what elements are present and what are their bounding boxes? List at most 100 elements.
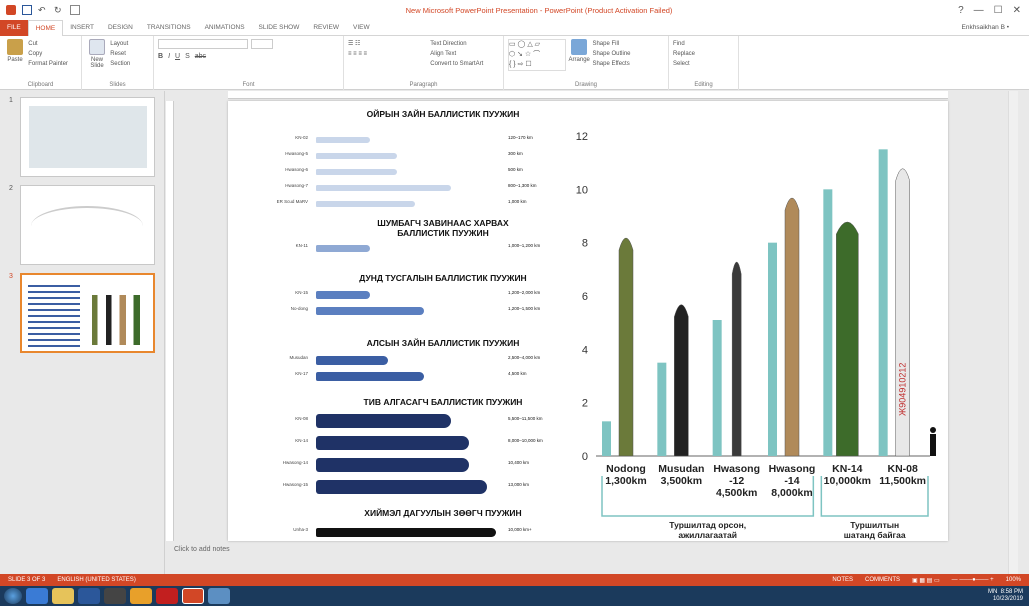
align-text-button[interactable]: Align Text — [430, 49, 483, 59]
thumbnail-preview — [28, 281, 80, 347]
new-slide-label: New Slide — [90, 57, 104, 69]
explorer-icon[interactable] — [52, 588, 74, 604]
input-language[interactable]: MN — [988, 589, 997, 595]
missile-name: KN-02 — [295, 135, 308, 140]
missile-silhouette — [316, 414, 451, 428]
x-category-label: KN-14 — [832, 463, 863, 475]
find-button[interactable]: Find — [673, 39, 734, 49]
underline-button[interactable]: U — [175, 53, 180, 60]
tab-home[interactable]: HOME — [27, 19, 64, 36]
clipboard-group: Paste Cut Copy Format Painter Clipboard — [0, 36, 82, 90]
chrome-icon[interactable] — [130, 588, 152, 604]
tab-slide-show[interactable]: SLIDE SHOW — [252, 20, 307, 36]
bullets-button[interactable]: ☰ ☷ — [348, 39, 428, 49]
tab-animations[interactable]: ANIMATIONS — [198, 20, 252, 36]
font-group-label: Font — [242, 82, 255, 88]
minimize-button[interactable]: — — [974, 5, 984, 16]
ie-icon[interactable] — [26, 588, 48, 604]
strikethrough-button[interactable]: abc — [195, 53, 206, 60]
language-indicator[interactable]: ENGLISH (UNITED STATES) — [57, 577, 135, 583]
tab-file[interactable]: FILE — [0, 19, 28, 36]
chart-bar — [712, 320, 722, 456]
paste-icon — [7, 39, 23, 55]
tab-transitions[interactable]: TRANSITIONS — [140, 20, 198, 36]
select-button[interactable]: Select — [673, 59, 734, 69]
y-tick-label: 10 — [576, 184, 588, 196]
italic-button[interactable]: I — [168, 53, 170, 60]
font-size-input[interactable] — [251, 39, 273, 49]
redo-icon[interactable]: ↻ — [54, 5, 64, 15]
user-account[interactable]: Enkhsaikhan B • — [962, 24, 1029, 31]
layout-button[interactable]: Layout — [110, 39, 130, 49]
group-label: Туршилтын шатанд байгаа — [844, 520, 906, 540]
word-icon[interactable] — [78, 588, 100, 604]
zoom-slider[interactable]: — ───●─── + — [952, 577, 994, 583]
section-button[interactable]: Section — [110, 59, 130, 69]
shapes-gallery[interactable]: ▭ ◯ △ ▱ ⬡ ↘ ☆ ⌒{ } ⇨ ☐ — [508, 39, 566, 71]
y-tick-label: 4 — [582, 344, 588, 356]
help-button[interactable]: ? — [958, 5, 964, 16]
missile-silhouette — [316, 527, 496, 537]
missile-name: KN-17 — [295, 371, 308, 376]
x-category-label: KN-08 — [887, 463, 918, 475]
drawing-group: ▭ ◯ △ ▱ ⬡ ↘ ☆ ⌒{ } ⇨ ☐ Arrange Shape Fill… — [504, 36, 669, 90]
bold-button[interactable]: B — [158, 53, 163, 60]
undo-icon[interactable]: ↶ — [38, 5, 48, 15]
tab-design[interactable]: DESIGN — [101, 20, 140, 36]
tab-view[interactable]: VIEW — [346, 20, 377, 36]
start-slideshow-icon[interactable] — [70, 5, 80, 15]
shape-fill-button[interactable]: Shape Fill — [592, 39, 652, 49]
tab-insert[interactable]: INSERT — [63, 20, 101, 36]
thumbnail-preview — [31, 206, 143, 246]
format-painter-button[interactable]: Format Painter — [28, 59, 68, 69]
save-icon[interactable] — [22, 5, 32, 15]
cut-button[interactable]: Cut — [28, 39, 68, 49]
app-icon[interactable] — [208, 588, 230, 604]
notes-pane[interactable]: Click to add notes — [174, 546, 230, 553]
x-range-label: 1,300km — [605, 475, 646, 487]
maximize-button[interactable]: ☐ — [994, 5, 1003, 16]
slide-thumbnail-1[interactable] — [20, 97, 155, 177]
tab-review[interactable]: REVIEW — [306, 20, 346, 36]
start-button-icon[interactable] — [4, 588, 22, 604]
notes-button[interactable]: NOTES — [832, 577, 853, 583]
shadow-button[interactable]: S — [185, 53, 190, 60]
copy-button[interactable]: Copy — [28, 49, 68, 59]
missile-name: KN-15 — [295, 290, 308, 295]
x-category-label-part: -14 — [784, 475, 799, 487]
missile-image — [731, 261, 742, 457]
comments-button[interactable]: COMMENTS — [865, 577, 900, 583]
media-icon[interactable] — [104, 588, 126, 604]
drawing-group-label: Drawing — [574, 82, 597, 88]
align-buttons[interactable]: ≡ ≡ ≡ ≡ — [348, 49, 428, 59]
shape-effects-button[interactable]: Shape Effects — [592, 59, 652, 69]
new-slide-button[interactable]: New Slide — [86, 39, 108, 69]
missile-name: Hwasong-7 — [285, 183, 308, 188]
zoom-level[interactable]: 100% — [1006, 577, 1021, 583]
paste-button[interactable]: Paste — [4, 39, 26, 63]
missile-silhouette — [316, 480, 487, 494]
convert-smartart-button[interactable]: Convert to SmartArt — [430, 59, 483, 69]
shape-outline-button[interactable]: Shape Outline — [592, 49, 652, 59]
slide-canvas[interactable]: ОЙРЫН ЗАЙН БАЛЛИСТИК ПУУЖИН KN-02 120–170 … — [228, 101, 948, 541]
x-category-label: Nodong — [606, 463, 646, 475]
system-clock[interactable]: MN 8:58 PM 10/23/2019 — [988, 589, 1029, 603]
slide-thumbnail-3[interactable] — [20, 273, 155, 353]
vertical-scrollbar[interactable] — [1008, 91, 1018, 574]
normal-view-icon[interactable]: ▣ ▦ ▤ ▭ — [912, 577, 940, 584]
x-range-label: 11,500km — [879, 475, 926, 487]
pdf-icon[interactable] — [156, 588, 178, 604]
replace-button[interactable]: Replace — [673, 49, 734, 59]
powerpoint-taskbar-icon[interactable] — [182, 588, 204, 604]
chart-bar — [657, 362, 667, 456]
missile-silhouette — [316, 307, 424, 315]
clock-date: 10/23/2019 — [992, 596, 1023, 602]
arrange-button[interactable]: Arrange — [568, 39, 590, 63]
font-name-input[interactable] — [158, 39, 248, 49]
close-button[interactable]: ✕ — [1013, 5, 1021, 16]
text-direction-button[interactable]: Text Direction — [430, 39, 483, 49]
slide-thumbnail-2[interactable] — [20, 185, 155, 265]
missile-image — [784, 197, 800, 457]
group-label-part: Туршилтад орсон, — [669, 520, 746, 530]
reset-button[interactable]: Reset — [110, 49, 130, 59]
